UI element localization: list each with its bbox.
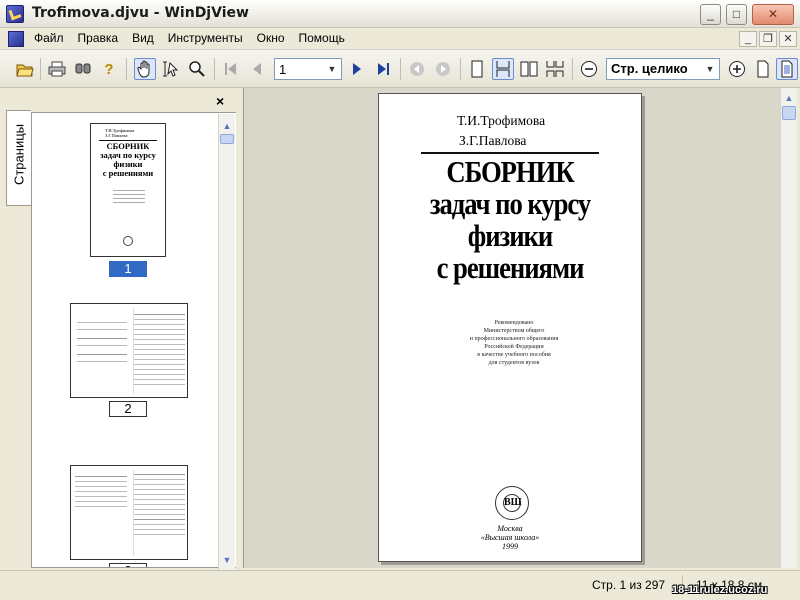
thumbnail-page-1[interactable]: Т.И.Трофимова З.Г.Павлова СБОРНИК задач … <box>90 123 166 257</box>
continuous-icon[interactable] <box>492 58 514 80</box>
sidebar-scroll-thumb[interactable] <box>220 134 234 144</box>
publisher-year: 1999 <box>502 542 518 551</box>
publisher-city: Москва <box>497 524 523 533</box>
page-number-combo[interactable]: ▼ <box>274 58 342 80</box>
title-line-3: физики <box>467 218 553 253</box>
chevron-down-icon[interactable]: ▼ <box>702 60 718 78</box>
next-page-icon[interactable] <box>346 58 368 80</box>
document-icon[interactable] <box>8 31 24 47</box>
tab-pages[interactable]: Страницы <box>6 110 31 206</box>
approval-line: Рекомендовано <box>494 320 534 326</box>
approval-line: для студентов вузов <box>488 360 540 366</box>
thumbnail-label-2[interactable]: 2 <box>109 401 147 417</box>
menu-bar: Файл Правка Вид Инструменты Окно Помощь … <box>0 28 800 50</box>
last-page-icon[interactable] <box>372 58 394 80</box>
thumb-emblem <box>123 236 133 246</box>
minimize-button[interactable]: _ <box>700 4 721 25</box>
scroll-up-icon[interactable]: ▲ <box>221 120 233 132</box>
zoom-combo[interactable]: Стр. целико ▼ <box>606 58 720 80</box>
sidebar-close-button[interactable]: × <box>216 93 224 109</box>
menu-file[interactable]: Файл <box>34 31 64 45</box>
prev-page-icon[interactable] <box>246 58 268 80</box>
thumbnail-label-3[interactable]: 3 <box>109 563 147 567</box>
author-2: З.Г.Павлова <box>459 133 527 148</box>
scroll-up-icon[interactable]: ▲ <box>783 92 795 104</box>
approval-line: Российской Федерации <box>484 344 544 350</box>
print-icon[interactable] <box>46 58 68 80</box>
document-scroll-thumb[interactable] <box>782 106 796 120</box>
toolbar: ? ▼ Стр. <box>0 50 800 88</box>
book-title: СБОРНИК задач по курсу физики с решениям… <box>397 156 622 284</box>
thumbnail-page-2[interactable] <box>70 303 188 398</box>
menu-view[interactable]: Вид <box>132 31 154 45</box>
publisher-info: Москва «Высшая школа» 1999 <box>379 524 641 551</box>
thumbnail-label-1[interactable]: 1 <box>109 261 147 277</box>
approval-line: в качестве учебного пособия <box>477 352 551 358</box>
back-icon[interactable] <box>406 58 428 80</box>
title-line-1: СБОРНИК <box>446 154 574 189</box>
zoom-in-icon[interactable] <box>726 58 748 80</box>
tab-pages-label: Страницы <box>11 123 27 186</box>
maximize-icon: □ <box>732 7 741 21</box>
close-icon: ✕ <box>767 7 779 21</box>
page-icon[interactable] <box>752 58 774 80</box>
mdi-restore-button[interactable]: ❐ <box>759 31 777 47</box>
document-page: Т.И.Трофимова З.Г.Павлова СБОРНИК задач … <box>378 93 642 562</box>
zoom-out-icon[interactable] <box>578 58 600 80</box>
first-page-icon[interactable] <box>220 58 242 80</box>
minimize-icon: _ <box>707 7 714 21</box>
document-scrollbar[interactable]: ▲ <box>780 88 797 568</box>
thumb-title-line4: с решениями <box>102 168 154 178</box>
open-folder-icon[interactable] <box>14 58 36 80</box>
title-bar: Trofimova.djvu - WinDjView _ □ ✕ <box>0 0 800 28</box>
continuous-facing-icon[interactable] <box>544 58 566 80</box>
maximize-button[interactable]: □ <box>726 4 747 25</box>
app-icon <box>6 5 24 23</box>
hand-tool-icon[interactable] <box>134 58 156 80</box>
page-number-input[interactable] <box>279 61 323 77</box>
approval-line: и профессионального образования <box>469 336 559 342</box>
window-title: Trofimova.djvu - WinDjView <box>32 5 249 21</box>
thumb-author2: З.Г.Павлова <box>105 133 128 138</box>
approval-text: Рекомендовано Министерством общего и про… <box>439 319 589 367</box>
watermark: 18-11rulez.ucoz.ru <box>672 584 768 596</box>
menu-edit[interactable]: Правка <box>78 31 119 45</box>
zoom-tool-icon[interactable] <box>186 58 208 80</box>
mdi-minimize-button[interactable]: _ <box>739 31 757 47</box>
zoom-value: Стр. целико <box>611 61 688 76</box>
forward-icon[interactable] <box>432 58 454 80</box>
select-tool-icon[interactable] <box>160 58 182 80</box>
thumbnails-panel: Т.И.Трофимова З.Г.Павлова СБОРНИК задач … <box>31 112 236 568</box>
sidebar-scrollbar[interactable]: ▲ ▼ <box>218 114 235 570</box>
menu-window[interactable]: Окно <box>257 31 285 45</box>
find-icon[interactable] <box>72 58 94 80</box>
status-page-info: Стр. 1 из 297 <box>592 578 666 592</box>
page-view-icon[interactable] <box>776 58 798 80</box>
author-1: Т.И.Трофимова <box>457 113 546 128</box>
chevron-down-icon[interactable]: ▼ <box>324 60 340 78</box>
emblem-text: ВШ <box>503 494 522 512</box>
title-line-4: с решениями <box>436 250 585 285</box>
scroll-down-icon[interactable]: ▼ <box>221 554 233 566</box>
publisher-name: «Высшая школа» <box>480 533 540 542</box>
facing-icon[interactable] <box>518 58 540 80</box>
approval-line: Министерством общего <box>483 328 545 334</box>
title-line-2: задач по курсу <box>429 186 591 221</box>
menu-help[interactable]: Помощь <box>299 31 345 45</box>
single-page-icon[interactable] <box>466 58 488 80</box>
thumbnail-page-3[interactable] <box>70 465 188 560</box>
publisher-emblem: ВШ <box>495 486 529 520</box>
help-icon[interactable]: ? <box>98 58 120 80</box>
menu-tools[interactable]: Инструменты <box>168 31 243 45</box>
close-button[interactable]: ✕ <box>752 4 794 25</box>
mdi-close-button[interactable]: ✕ <box>779 31 797 47</box>
